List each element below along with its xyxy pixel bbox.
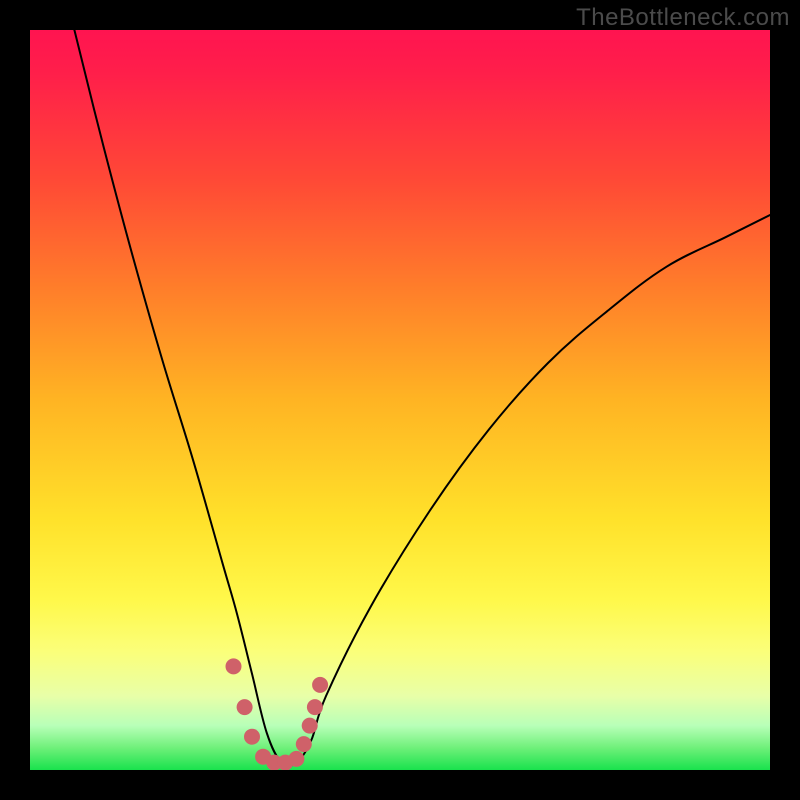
watermark-text: TheBottleneck.com [576,4,790,32]
plot-area [30,30,770,770]
marker-dot [237,699,253,715]
highlight-markers [226,658,329,770]
curve-layer [30,30,770,770]
marker-dot [244,729,260,745]
marker-dot [226,658,242,674]
marker-dot [307,699,323,715]
marker-dot [302,718,318,734]
marker-dot [288,751,304,767]
chart-frame: TheBottleneck.com [0,0,800,800]
marker-dot [296,736,312,752]
marker-dot [312,677,328,693]
bottleneck-curve [74,30,770,766]
